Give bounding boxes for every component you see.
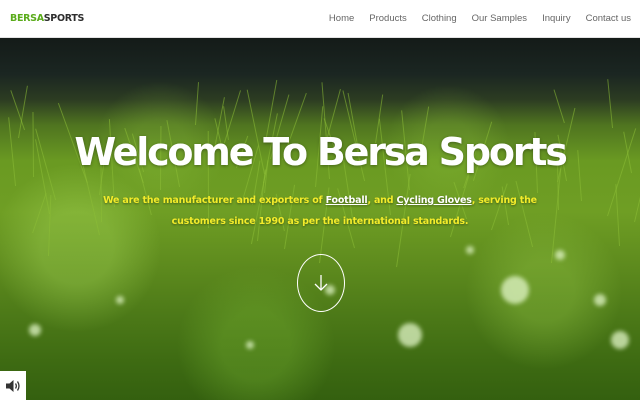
football-link[interactable]: Football	[326, 195, 368, 206]
brand-name-part1: BERSA	[10, 12, 44, 24]
bokeh-light	[116, 296, 124, 304]
arrow-down-icon	[314, 275, 328, 291]
subtitle-text-part2: , and	[367, 195, 397, 206]
sound-toggle-button[interactable]	[0, 371, 26, 400]
speaker-icon	[6, 379, 20, 392]
scroll-down-button[interactable]	[297, 254, 345, 312]
hero-heading: Welcome To Bersa Sports	[74, 130, 568, 174]
bokeh-light	[555, 250, 565, 260]
cycling-gloves-link[interactable]: Cycling Gloves	[396, 195, 471, 206]
nav-item-clothing[interactable]: Clothing	[414, 0, 464, 38]
bokeh-light	[501, 276, 529, 304]
subtitle-text-part1: We are the manufacturer and exporters of	[103, 195, 326, 206]
bokeh-light	[466, 246, 474, 254]
nav-item-products[interactable]: Products	[362, 0, 415, 38]
nav-item-inquiry[interactable]: Inquiry	[535, 0, 579, 38]
brand-name-part2: SPORTS	[43, 12, 85, 24]
bokeh-light	[29, 324, 41, 336]
main-menu: Home Products Clothing Our Samples Inqui…	[321, 0, 631, 38]
nav-item-contact-us[interactable]: Contact us	[578, 0, 631, 38]
nav-item-home[interactable]: Home	[321, 0, 361, 38]
top-navbar: BERSASPORTS Home Products Clothing Our S…	[0, 0, 640, 38]
nav-item-our-samples[interactable]: Our Samples	[464, 0, 534, 38]
bokeh-light	[398, 323, 422, 347]
hero-subtitle: We are the manufacturer and exporters of…	[100, 190, 540, 232]
hero-section: Welcome To Bersa Sports We are the manuf…	[0, 38, 640, 400]
bokeh-light	[611, 331, 629, 349]
bokeh-light	[594, 294, 606, 306]
bokeh-light	[246, 341, 254, 349]
brand-logo[interactable]: BERSASPORTS	[10, 14, 84, 24]
